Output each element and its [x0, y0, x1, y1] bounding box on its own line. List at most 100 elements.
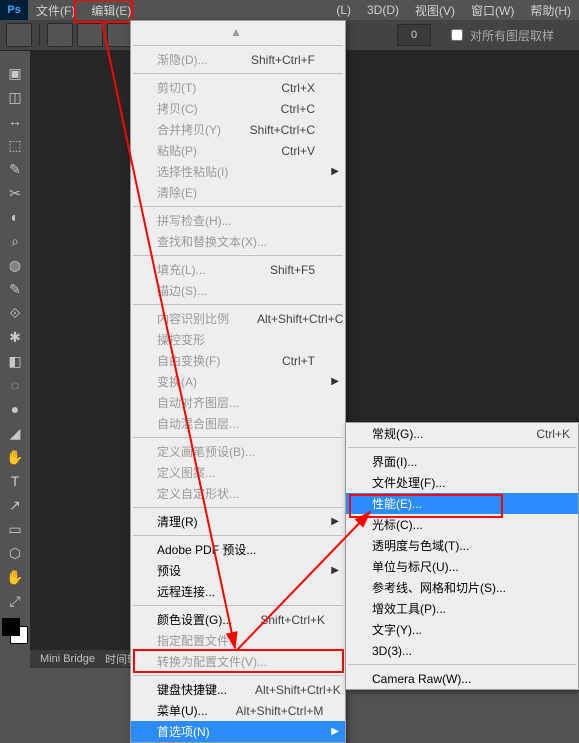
submenu-label: 光标(C)... [372, 516, 570, 533]
menu-label: 填充(L)... [157, 261, 242, 278]
menu-item[interactable]: 粘贴(P)Ctrl+V [131, 140, 345, 161]
menu-item[interactable]: 自动对齐图层... [131, 392, 345, 413]
tool-6[interactable]: ◐ [3, 206, 27, 228]
menu-item[interactable]: 颜色设置(G)...Shift+Ctrl+K [131, 609, 345, 630]
menu-item[interactable]: 定义图案... [131, 462, 345, 483]
tool-10[interactable]: ⟐ [3, 302, 27, 324]
submenu-item[interactable]: 透明度与色域(T)... [346, 535, 578, 556]
submenu-item[interactable]: 文字(Y)... [346, 619, 578, 640]
shortcut: Alt+Shift+Ctrl+C [257, 312, 343, 326]
tool-12[interactable]: ◧ [3, 350, 27, 372]
menu-item[interactable]: 操控变形 [131, 329, 345, 350]
menu-item[interactable]: 拼写检查(H)... [131, 210, 345, 231]
tool-8[interactable]: ◍ [3, 254, 27, 276]
menu-window[interactable]: 窗口(W) [463, 0, 522, 21]
menu-item[interactable]: 内容识别比例 Alt+Shift+Ctrl+C [131, 308, 345, 329]
menu-help[interactable]: 帮助(H) [522, 0, 579, 21]
menu-label: 远程连接... [157, 583, 315, 600]
menu-item[interactable]: 剪切(T) Ctrl+X [131, 77, 345, 98]
menu-view[interactable]: 视图(V) [407, 0, 463, 21]
menu-item[interactable]: 指定配置文件... [131, 630, 345, 651]
menu-item[interactable]: 清理(R)▶ [131, 511, 345, 532]
tool-preset-button[interactable] [6, 23, 32, 47]
menu-item[interactable]: 查找和替换文本(X)... [131, 231, 345, 252]
sample-all-layers-checkbox[interactable]: 对所有图层取样 [447, 26, 554, 44]
menu-file[interactable]: 文件(F) [28, 0, 83, 21]
tool-16[interactable]: ✋ [3, 446, 27, 468]
tool-17[interactable]: T [3, 470, 27, 492]
tool-21[interactable]: ✋ [3, 566, 27, 588]
tool-7[interactable]: ⌕ [3, 230, 27, 252]
menu-label: 指定配置文件... [157, 632, 315, 649]
tool-11[interactable]: ✱ [3, 326, 27, 348]
submenu-item[interactable]: 界面(I)... [346, 451, 578, 472]
submenu-item[interactable]: 常规(G)...Ctrl+K [346, 423, 578, 444]
menu-item[interactable]: 拷贝(C)Ctrl+C [131, 98, 345, 119]
submenu-item[interactable]: 3D(3)... [346, 640, 578, 661]
menu-item[interactable]: 自动混合图层... [131, 413, 345, 434]
tool-4[interactable]: ✎ [3, 158, 27, 180]
shortcut: Ctrl+X [281, 81, 315, 95]
submenu-label: 界面(I)... [372, 453, 570, 470]
menu-item[interactable]: 填充(L)... Shift+F5 [131, 259, 345, 280]
menu-label: 预设 [157, 562, 315, 579]
submenu-item[interactable]: 参考线、网格和切片(S)... [346, 577, 578, 598]
submenu-item[interactable]: 性能(E)... [346, 493, 578, 514]
menu-item[interactable]: 描边(S)... [131, 280, 345, 301]
submenu-label: 3D(3)... [372, 644, 570, 658]
selection-mode-add[interactable] [77, 23, 103, 47]
menu-item[interactable]: 预设▶ [131, 560, 345, 581]
selection-mode-new[interactable] [47, 23, 73, 47]
menu-item[interactable]: 菜单(U)...Alt+Shift+Ctrl+M [131, 700, 345, 721]
menu-item[interactable]: Adobe PDF 预设... [131, 539, 345, 560]
menu-edit[interactable]: 编辑(E) [83, 0, 139, 21]
tolerance-field[interactable]: 0 [397, 24, 431, 46]
color-swatches[interactable] [2, 618, 28, 648]
menu-label: 拼写检查(H)... [157, 212, 315, 229]
menu-item[interactable]: 渐隐(D)...Shift+Ctrl+F [131, 49, 345, 70]
tool-22[interactable]: ⤢ [3, 590, 27, 612]
checkbox-icon[interactable] [451, 29, 463, 41]
menu-item[interactable]: 首选项(N)▶ [131, 721, 345, 742]
menu-item[interactable]: 定义自定形状... [131, 483, 345, 504]
submenu-item[interactable]: Camera Raw(W)... [346, 668, 578, 689]
menu-item[interactable]: 转换为配置文件(V)... [131, 651, 345, 672]
menu-item[interactable]: 定义画笔预设(B)... [131, 441, 345, 462]
submenu-item[interactable]: 单位与标尺(U)... [346, 556, 578, 577]
tool-13[interactable]: ◌ [3, 374, 27, 396]
submenu-arrow-icon: ▶ [331, 376, 339, 387]
tool-14[interactable]: ● [3, 398, 27, 420]
tool-0[interactable]: ▣ [3, 62, 27, 84]
submenu-item[interactable]: 光标(C)... [346, 514, 578, 535]
tool-3[interactable]: ⬚ [3, 134, 27, 156]
menu-label: 渐隐(D)... [157, 51, 223, 68]
shortcut: Shift+Ctrl+K [260, 613, 325, 627]
tool-15[interactable]: ◢ [3, 422, 27, 444]
preferences-submenu: 常规(G)...Ctrl+K 界面(I)... 文件处理(F)... 性能(E)...… [345, 422, 579, 690]
menu-label: 内容识别比例 [157, 310, 229, 327]
tool-9[interactable]: ✎ [3, 278, 27, 300]
menu-item[interactable]: 清除(E) [131, 182, 345, 203]
menu-label: 剪切(T) [157, 79, 253, 96]
tool-2[interactable]: ↔ [3, 110, 27, 132]
menu-label: 自动对齐图层... [157, 394, 315, 411]
menu-item[interactable]: 自由变换(F)Ctrl+T [131, 350, 345, 371]
tab-mini-bridge[interactable]: Mini Bridge [40, 653, 95, 665]
menu-item[interactable]: 合并拷贝(Y)Shift+Ctrl+C [131, 119, 345, 140]
menu-item[interactable]: 键盘快捷键...Alt+Shift+Ctrl+K [131, 679, 345, 700]
menu-l[interactable]: (L) [328, 1, 359, 19]
submenu-item[interactable]: 增效工具(P)... [346, 598, 578, 619]
tool-1[interactable]: ◫ [3, 86, 27, 108]
submenu-item[interactable]: 文件处理(F)... [346, 472, 578, 493]
submenu-label: 文件处理(F)... [372, 474, 570, 491]
menu-item[interactable]: 选择性粘贴(I)▶ [131, 161, 345, 182]
menu-item[interactable]: 变换(A)▶ [131, 371, 345, 392]
tool-5[interactable]: ✂ [3, 182, 27, 204]
tool-19[interactable]: ▭ [3, 518, 27, 540]
tool-20[interactable]: ⬡ [3, 542, 27, 564]
submenu-label: 常规(G)... [372, 425, 508, 442]
shortcut: Shift+F5 [270, 263, 315, 277]
menu-3d[interactable]: 3D(D) [359, 1, 407, 19]
menu-item[interactable]: 远程连接... [131, 581, 345, 602]
tool-18[interactable]: ↗ [3, 494, 27, 516]
